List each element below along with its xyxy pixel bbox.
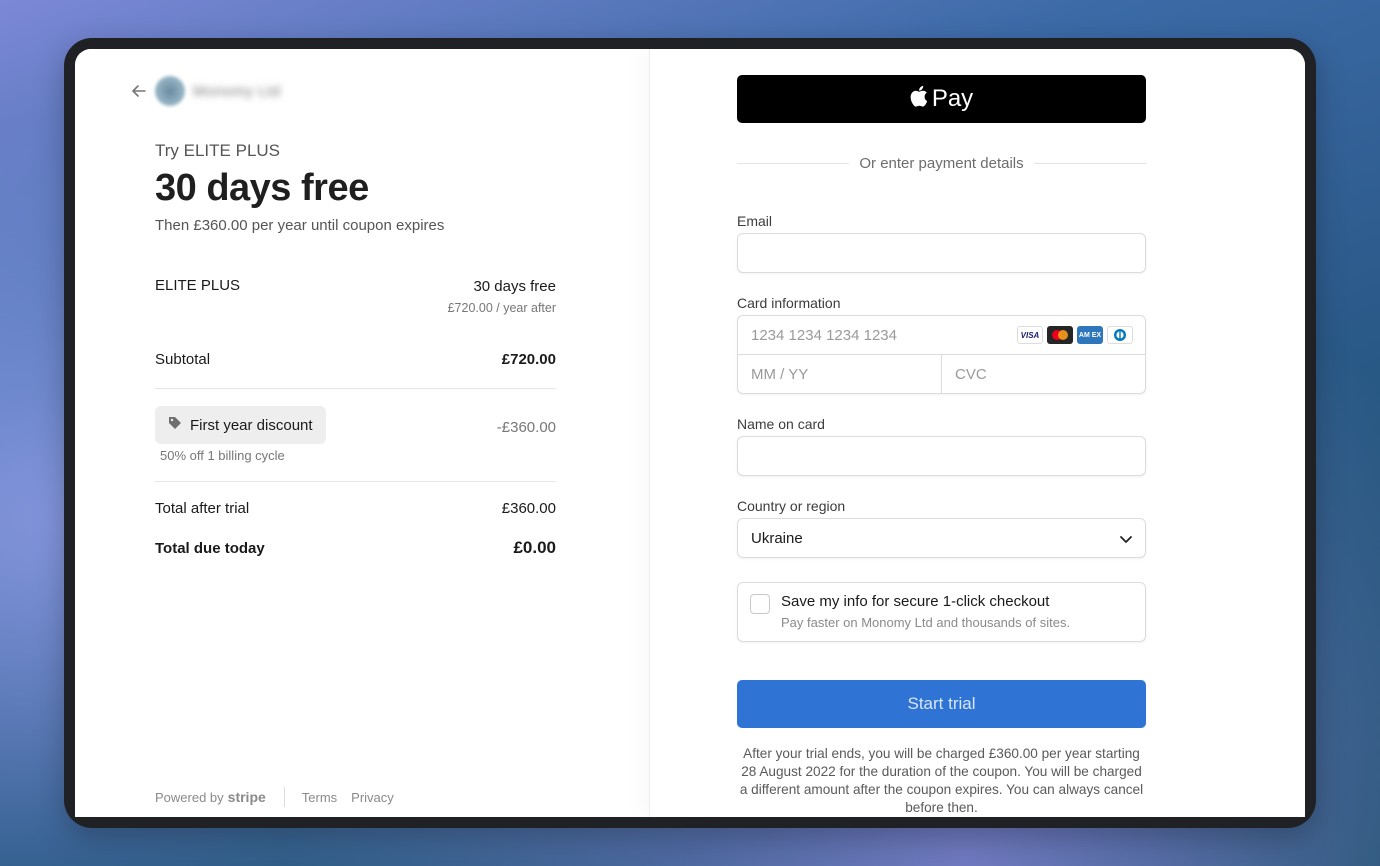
or-divider: Or enter payment details [737, 155, 1146, 172]
card-brands: VISA AM EX [1017, 326, 1133, 344]
total-after-trial-label: Total after trial [155, 500, 250, 517]
discount-badge: First year discount [155, 406, 326, 444]
save-info-title: Save my info for secure 1-click checkout [781, 593, 1050, 610]
mastercard-icon [1047, 326, 1073, 344]
country-value: Ukraine [751, 529, 803, 547]
subtotal-label: Subtotal [155, 351, 211, 368]
email-label: Email [737, 213, 773, 229]
apple-pay-label: Pay [931, 85, 974, 112]
line-item-sub-amount: £720.00 / year after [447, 301, 556, 315]
privacy-link[interactable]: Privacy [351, 790, 394, 805]
payment-form-pane: Pay Or enter payment details Email Card … [650, 49, 1305, 817]
chevron-down-icon [1119, 532, 1133, 549]
divider [155, 481, 556, 482]
diners-club-icon [1107, 326, 1133, 344]
name-on-card-label: Name on card [737, 416, 825, 432]
stripe-logo[interactable]: stripe [228, 789, 266, 805]
total-due-today-row: Total due today £0.00 [155, 538, 556, 558]
save-info-option[interactable]: Save my info for secure 1-click checkout… [737, 582, 1146, 642]
footer-separator [283, 787, 285, 807]
tag-icon [168, 416, 182, 435]
email-field[interactable] [737, 233, 1146, 273]
back-link[interactable]: Monomy Ltd [131, 76, 281, 106]
discount-note: 50% off 1 billing cycle [160, 448, 285, 463]
trial-then-text: Then £360.00 per year until coupon expir… [155, 217, 445, 234]
country-label: Country or region [737, 498, 846, 514]
checkout-screen: Monomy Ltd Try ELITE PLUS 30 days free T… [75, 49, 1305, 817]
divider-line [737, 163, 850, 164]
terms-link[interactable]: Terms [302, 790, 337, 805]
subtotal-value: £720.00 [501, 351, 556, 368]
cvc-placeholder: CVC [955, 365, 987, 383]
visa-icon: VISA [1017, 326, 1043, 344]
trial-product-label: Try ELITE PLUS [155, 141, 281, 160]
or-text: Or enter payment details [859, 155, 1024, 172]
amex-icon: AM EX [1077, 326, 1103, 344]
arrow-left-icon[interactable] [131, 83, 147, 99]
expiry-placeholder: MM / YY [751, 365, 809, 383]
country-select[interactable]: Ukraine [737, 518, 1146, 558]
divider [155, 388, 556, 389]
card-info-label: Card information [737, 295, 841, 311]
card-info-group: 1234 1234 1234 1234 VISA AM EX MM / YY C… [737, 315, 1146, 394]
order-summary-pane: Monomy Ltd Try ELITE PLUS 30 days free T… [75, 49, 650, 817]
trial-terms-note: After your trial ends, you will be charg… [739, 746, 1144, 815]
start-trial-button[interactable]: Start trial [737, 680, 1146, 728]
card-number-field[interactable]: 1234 1234 1234 1234 VISA AM EX [738, 316, 1145, 355]
total-due-today-value: £0.00 [513, 538, 556, 557]
name-on-card-field[interactable] [737, 436, 1146, 476]
total-after-trial-row: Total after trial £360.00 [155, 500, 556, 517]
discount-label: First year discount [190, 416, 313, 434]
divider-line [1033, 163, 1146, 164]
apple-logo-icon [910, 85, 928, 114]
card-expiry-field[interactable]: MM / YY [738, 355, 942, 393]
total-after-trial-value: £360.00 [501, 500, 556, 517]
powered-by-label: Powered by [155, 789, 224, 805]
discount-value: -£360.00 [496, 419, 556, 436]
footer: Powered by stripe Terms Privacy [155, 787, 408, 807]
line-item-amount: 30 days free [473, 278, 556, 295]
save-info-subtitle: Pay faster on Monomy Ltd and thousands o… [781, 615, 1071, 630]
save-info-checkbox[interactable] [750, 594, 770, 614]
merchant-logo [155, 76, 185, 106]
total-due-today-label: Total due today [155, 539, 265, 557]
subtotal-row: Subtotal £720.00 [155, 351, 556, 368]
merchant-name: Monomy Ltd [193, 82, 281, 100]
card-number-placeholder: 1234 1234 1234 1234 [751, 326, 897, 344]
apple-pay-button[interactable]: Pay [737, 75, 1146, 123]
card-cvc-field[interactable]: CVC [942, 355, 1145, 393]
line-item-name: ELITE PLUS [155, 277, 241, 294]
trial-headline: 30 days free [155, 167, 369, 209]
device-frame: Monomy Ltd Try ELITE PLUS 30 days free T… [64, 38, 1316, 828]
